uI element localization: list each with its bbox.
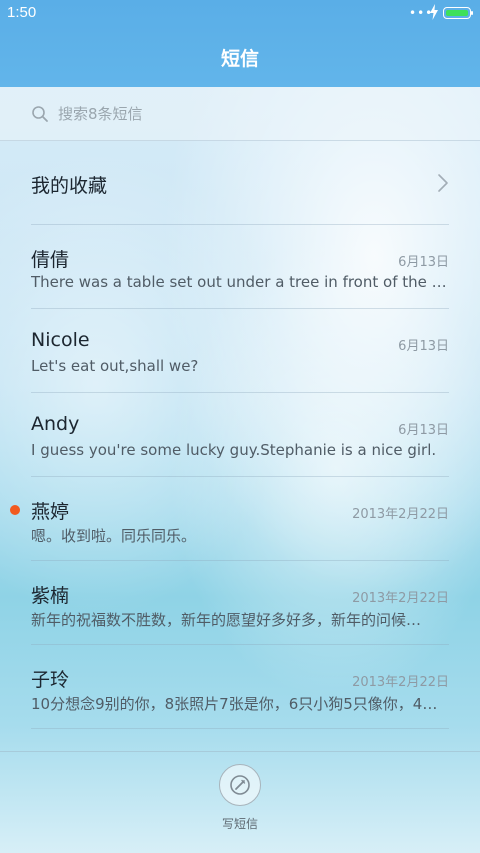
compose-button[interactable]: 写短信 (210, 764, 270, 834)
search-icon (32, 106, 48, 122)
message-preview: 嗯。收到啦。同乐同乐。 (31, 527, 197, 545)
message-date: 2013年2月22日 (352, 591, 449, 606)
chevron-right-icon (438, 174, 448, 192)
compose-label: 写短信 (221, 817, 258, 831)
message-preview: 10分想念9别的你，8张照片7张是你，6只小狗5只像你，4… (31, 695, 438, 713)
status-bar: 1:50 ••• (0, 0, 480, 28)
message-row-zinan[interactable]: 紫楠 2013年2月22日 新年的祝福数不胜数，新年的愿望好多好多，新年的问候… (0, 561, 480, 645)
sms-screen: 1:50 ••• 短信 我的收藏 倩倩 6月13日 There was a ta… (0, 0, 480, 853)
message-row-andy[interactable]: Andy 6月13日 I guess you're some lucky guy… (0, 393, 480, 477)
divider (31, 728, 449, 729)
battery-icon (443, 7, 471, 19)
charging-icon (430, 4, 438, 20)
battery-level (445, 9, 468, 16)
status-time: 1:50 (7, 4, 37, 21)
message-preview: Let's eat out,shall we? (31, 357, 199, 375)
message-preview: There was a table set out under a tree i… (31, 273, 449, 291)
message-date: 6月13日 (398, 423, 449, 438)
message-row-yanting[interactable]: 燕婷 2013年2月22日 嗯。收到啦。同乐同乐。 (0, 477, 480, 561)
message-date: 6月13日 (398, 255, 449, 270)
message-preview: 新年的祝福数不胜数，新年的愿望好多好多，新年的问候… (31, 611, 422, 629)
contact-name: Andy (31, 413, 80, 435)
compose-icon (230, 775, 250, 795)
contact-name: 子玲 (31, 669, 70, 691)
search-bar[interactable] (0, 87, 480, 141)
message-date: 6月13日 (398, 339, 449, 354)
message-row-ziling[interactable]: 子玲 2013年2月22日 10分想念9别的你，8张照片7张是你，6只小狗5只像… (0, 645, 480, 729)
contact-name: Nicole (31, 329, 90, 351)
favorites-row[interactable]: 我的收藏 (0, 141, 480, 224)
page-title: 短信 (220, 48, 259, 70)
unread-dot-icon (10, 505, 20, 515)
compose-circle (219, 764, 261, 806)
contact-name: 倩倩 (31, 249, 70, 271)
message-preview: I guess you're some lucky guy.Stephanie … (31, 441, 437, 459)
contact-name: 紫楠 (31, 585, 70, 607)
contact-name: 燕婷 (31, 501, 70, 523)
search-input[interactable] (58, 103, 438, 125)
message-row-nicole[interactable]: Nicole 6月13日 Let's eat out,shall we? (0, 309, 480, 393)
message-date: 2013年2月22日 (352, 507, 449, 522)
favorites-label: 我的收藏 (31, 175, 108, 197)
app-header: 1:50 ••• 短信 (0, 0, 480, 87)
message-row-qianqian[interactable]: 倩倩 6月13日 There was a table set out under… (0, 225, 480, 309)
bottom-bar-divider (0, 751, 480, 752)
battery-cap (471, 11, 473, 15)
message-date: 2013年2月22日 (352, 675, 449, 690)
